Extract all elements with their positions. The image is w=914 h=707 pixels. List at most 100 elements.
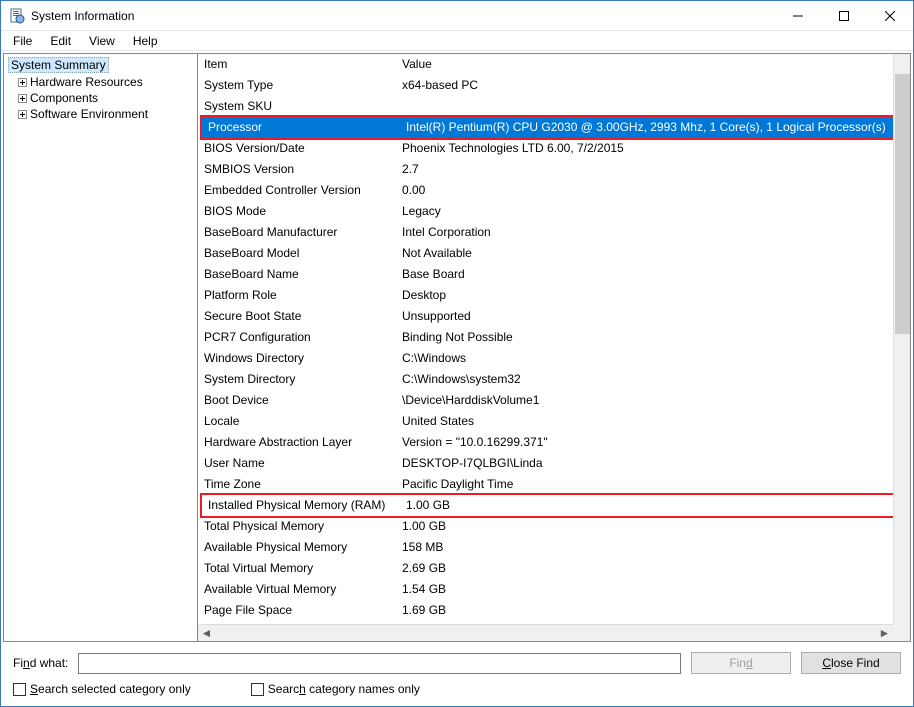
tree-item[interactable]: Hardware Resources	[16, 74, 193, 90]
cell-item: System Type	[198, 75, 398, 96]
scroll-right-arrow[interactable]: ►	[876, 625, 893, 642]
table-row[interactable]: LocaleUnited States	[198, 411, 910, 432]
tree-root-system-summary[interactable]: System Summary	[8, 56, 193, 74]
table-row[interactable]: BIOS ModeLegacy	[198, 201, 910, 222]
expand-icon[interactable]	[16, 108, 28, 120]
table-row[interactable]: Hardware Abstraction LayerVersion = "10.…	[198, 432, 910, 453]
cell-item: Available Virtual Memory	[198, 579, 398, 600]
tree-item[interactable]: Software Environment	[16, 106, 193, 122]
menu-edit[interactable]: Edit	[42, 32, 79, 50]
table-row[interactable]: Embedded Controller Version0.00	[198, 180, 910, 201]
scrollbar-thumb[interactable]	[895, 74, 910, 334]
check-category-names[interactable]: Search category names only	[251, 682, 420, 696]
minimize-button[interactable]	[775, 1, 821, 31]
category-tree[interactable]: System Summary Hardware Resources Compone…	[4, 54, 198, 641]
table-row[interactable]: BaseBoard ModelNot Available	[198, 243, 910, 264]
cell-value: Intel(R) Pentium(R) CPU G2030 @ 3.00GHz,…	[402, 117, 904, 138]
close-find-button[interactable]: Close Find	[801, 652, 901, 674]
tree-children: Hardware Resources ComponentsSoftware Env…	[8, 74, 193, 122]
table-row[interactable]: Page File Space1.69 GB	[198, 600, 910, 621]
tree-item-label: Components	[30, 91, 98, 105]
cell-value: 1.00 GB	[402, 495, 904, 516]
cell-item: BIOS Version/Date	[198, 138, 398, 159]
cell-value: Desktop	[398, 285, 910, 306]
cell-item: Total Virtual Memory	[198, 558, 398, 579]
cell-item: Windows Directory	[198, 348, 398, 369]
highlight-box: ProcessorIntel(R) Pentium(R) CPU G2030 @…	[200, 115, 906, 140]
table-row[interactable]: System DirectoryC:\Windows\system32	[198, 369, 910, 390]
cell-value: DESKTOP-I7QLBGI\Linda	[398, 453, 910, 474]
cell-value: 158 MB	[398, 537, 910, 558]
table-row[interactable]: Installed Physical Memory (RAM)1.00 GB	[202, 495, 904, 516]
scroll-left-arrow[interactable]: ◄	[198, 625, 215, 642]
table-row[interactable]: System SKU	[198, 96, 910, 117]
scroll-corner	[893, 624, 910, 641]
cell-value: \Device\HarddiskVolume1	[398, 390, 910, 411]
cell-item: BaseBoard Name	[198, 264, 398, 285]
grid-body: System Typex64-based PCSystem SKUProcess…	[198, 75, 910, 621]
table-row[interactable]: SMBIOS Version2.7	[198, 159, 910, 180]
cell-item: Available Physical Memory	[198, 537, 398, 558]
table-row[interactable]: System Typex64-based PC	[198, 75, 910, 96]
cell-value: Phoenix Technologies LTD 6.00, 7/2/2015	[398, 138, 910, 159]
table-row[interactable]: BIOS Version/DatePhoenix Technologies LT…	[198, 138, 910, 159]
menu-help[interactable]: Help	[125, 32, 166, 50]
cell-item: Hardware Abstraction Layer	[198, 432, 398, 453]
vertical-scrollbar[interactable]	[893, 54, 910, 624]
tree-item[interactable]: Components	[16, 90, 193, 106]
window-buttons	[775, 1, 913, 30]
maximize-button[interactable]	[821, 1, 867, 31]
table-row[interactable]: User NameDESKTOP-I7QLBGI\Linda	[198, 453, 910, 474]
table-row[interactable]: Platform RoleDesktop	[198, 285, 910, 306]
check-selected-category[interactable]: Search selected category only	[13, 682, 191, 696]
close-button[interactable]	[867, 1, 913, 31]
table-row[interactable]: BaseBoard ManufacturerIntel Corporation	[198, 222, 910, 243]
horizontal-scrollbar[interactable]: ◄ ►	[198, 624, 893, 641]
highlight-box: Installed Physical Memory (RAM)1.00 GB	[200, 493, 906, 518]
find-row: Find what: Find Close Find	[13, 652, 901, 674]
table-row[interactable]: Available Physical Memory158 MB	[198, 537, 910, 558]
check-label: Search selected category only	[30, 682, 191, 696]
cell-item: Page File Space	[198, 600, 398, 621]
find-input[interactable]	[78, 653, 681, 674]
tree-item-label: Hardware Resources	[30, 75, 143, 89]
find-label: Find what:	[13, 656, 68, 670]
expand-icon[interactable]	[16, 76, 28, 88]
cell-value: Legacy	[398, 201, 910, 222]
cell-item: BaseBoard Manufacturer	[198, 222, 398, 243]
cell-item: BIOS Mode	[198, 201, 398, 222]
table-row[interactable]: ProcessorIntel(R) Pentium(R) CPU G2030 @…	[202, 117, 904, 138]
menubar: File Edit View Help	[1, 31, 913, 51]
column-header-item[interactable]: Item	[198, 54, 398, 75]
menu-file[interactable]: File	[5, 32, 40, 50]
table-row[interactable]: Time ZonePacific Daylight Time	[198, 474, 910, 495]
cell-value: Binding Not Possible	[398, 327, 910, 348]
table-row[interactable]: Secure Boot StateUnsupported	[198, 306, 910, 327]
table-row[interactable]: Available Virtual Memory1.54 GB	[198, 579, 910, 600]
grid-header[interactable]: Item Value	[198, 54, 910, 75]
table-row[interactable]: PCR7 ConfigurationBinding Not Possible	[198, 327, 910, 348]
cell-value: Version = "10.0.16299.371"	[398, 432, 910, 453]
cell-item: System Directory	[198, 369, 398, 390]
table-row[interactable]: BaseBoard NameBase Board	[198, 264, 910, 285]
table-row[interactable]: Total Physical Memory1.00 GB	[198, 516, 910, 537]
table-row[interactable]: Windows DirectoryC:\Windows	[198, 348, 910, 369]
window-title: System Information	[31, 9, 134, 23]
scroll-track[interactable]	[215, 625, 876, 641]
app-icon	[9, 8, 25, 24]
details-panel: Item Value System Typex64-based PCSystem…	[198, 54, 910, 641]
cell-value: 1.69 GB	[398, 600, 910, 621]
find-button[interactable]: Find	[691, 652, 791, 674]
table-row[interactable]: Total Virtual Memory2.69 GB	[198, 558, 910, 579]
cell-item: Total Physical Memory	[198, 516, 398, 537]
cell-value: Not Available	[398, 243, 910, 264]
grid-inner: Item Value System Typex64-based PCSystem…	[198, 54, 910, 621]
table-row[interactable]: Boot Device\Device\HarddiskVolume1	[198, 390, 910, 411]
cell-value: 1.54 GB	[398, 579, 910, 600]
cell-value: 0.00	[398, 180, 910, 201]
menu-view[interactable]: View	[81, 32, 123, 50]
details-grid[interactable]: Item Value System Typex64-based PCSystem…	[198, 54, 910, 641]
expand-icon[interactable]	[16, 92, 28, 104]
cell-value: Unsupported	[398, 306, 910, 327]
column-header-value[interactable]: Value	[398, 54, 910, 75]
